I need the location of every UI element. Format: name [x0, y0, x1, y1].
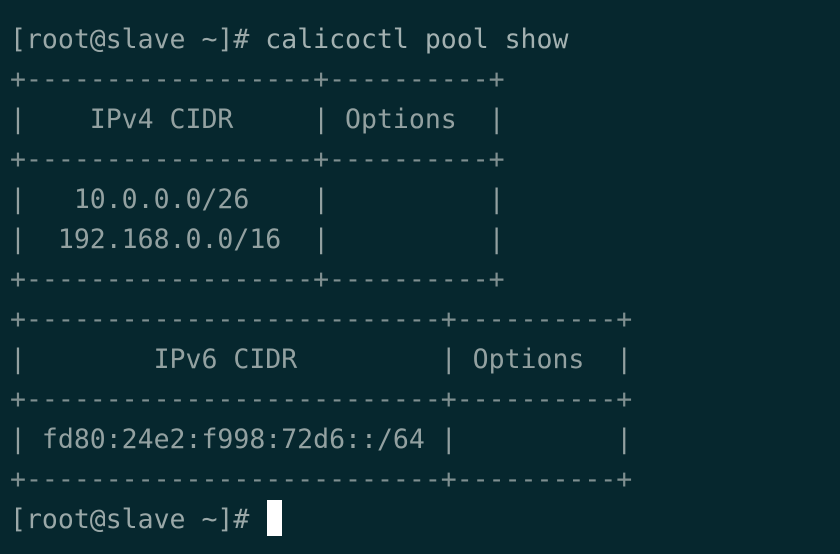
- ipv6-table-header: | IPv6 CIDR | Options |: [10, 344, 633, 375]
- ipv6-table-top-border: +--------------------------+----------+: [10, 304, 633, 335]
- ipv4-table-bottom-border: +------------------+----------+: [10, 264, 505, 295]
- input-line[interactable]: [root@slave ~]#: [10, 500, 840, 540]
- shell-prompt: [root@slave ~]#: [10, 24, 266, 55]
- ipv4-table-row: | 10.0.0.0/26 | |: [10, 184, 505, 215]
- ipv4-table-header-divider: +------------------+----------+: [10, 144, 505, 175]
- text-cursor: [267, 500, 283, 536]
- ipv6-table-header-divider: +--------------------------+----------+: [10, 384, 633, 415]
- ipv4-table-top-border: +------------------+----------+: [10, 64, 505, 95]
- ipv6-table-row: | fd80:24e2:f998:72d6::/64 | |: [10, 424, 633, 455]
- terminal-window[interactable]: [root@slave ~]# calicoctl pool show +---…: [0, 0, 840, 554]
- ipv4-table-header: | IPv4 CIDR | Options |: [10, 104, 505, 135]
- ipv4-table-row: | 192.168.0.0/16 | |: [10, 224, 505, 255]
- shell-prompt: [root@slave ~]#: [10, 504, 266, 535]
- ipv6-table-bottom-border: +--------------------------+----------+: [10, 464, 633, 495]
- command-line: [root@slave ~]# calicoctl pool show: [10, 20, 840, 60]
- command-text: calicoctl pool show: [265, 24, 569, 55]
